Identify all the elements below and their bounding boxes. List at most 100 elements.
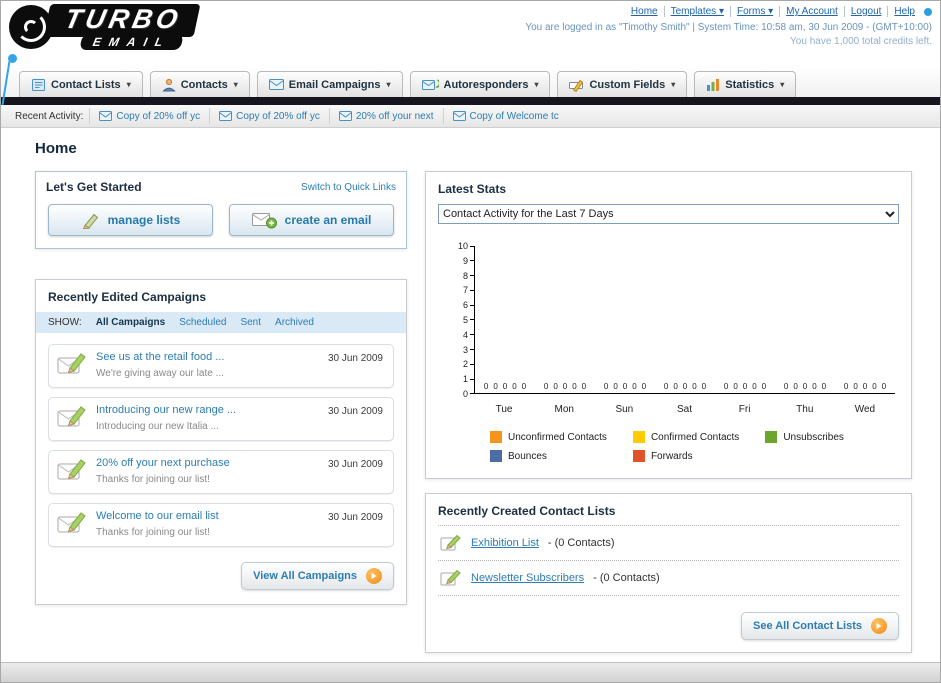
legend-label: Forwards (650, 450, 693, 462)
campaign-title-link[interactable]: 20% off your next purchase (96, 457, 320, 469)
tab-custom-fields[interactable]: Custom Fields ▾ (557, 71, 688, 97)
switch-quick-links[interactable]: Switch to Quick Links (301, 182, 396, 193)
contact-list-item[interactable]: Newsletter Subscribers - (0 Contacts) (438, 561, 899, 596)
chevron-down-icon: ▾ (386, 80, 391, 89)
view-all-campaigns-button[interactable]: View All Campaigns (241, 562, 394, 590)
show-label: SHOW: (48, 317, 82, 328)
stats-activity-select[interactable]: Contact Activity for the Last 7 Days (438, 204, 899, 224)
legend-label: Confirmed Contacts (650, 431, 740, 443)
recent-activity-items: Copy of 20% off yc Copy of 20% off yc 20… (89, 105, 567, 127)
chart-value-label: 0 (641, 382, 647, 391)
legend-item: Unconfirmed Contacts (490, 431, 607, 443)
see-all-contact-lists-button[interactable]: See All Contact Lists (740, 612, 899, 640)
legend-label: Unconfirmed Contacts (508, 431, 607, 443)
campaign-filter-bar: SHOW: All Campaigns Scheduled Sent Archi… (36, 312, 406, 333)
contact-list-link[interactable]: Newsletter Subscribers (471, 572, 584, 584)
recent-activity-item[interactable]: Copy of 20% off yc (89, 108, 209, 124)
campaign-row[interactable]: Welcome to our email list Thanks for joi… (48, 503, 394, 547)
utility-nav-link[interactable]: Forms ▾ (729, 6, 779, 17)
filter-scheduled[interactable]: Scheduled (179, 317, 226, 328)
chart-value-label: 0 (733, 382, 738, 391)
campaign-subtitle: We're giving away our late ... (96, 368, 224, 379)
chart-value-label: 0 (752, 382, 757, 391)
y-axis-tick: 4 (452, 330, 474, 340)
latest-stats-title: Latest Stats (438, 182, 507, 196)
tab-contacts[interactable]: Contacts ▾ (149, 71, 250, 97)
contact-list-link[interactable]: Exhibition List (471, 537, 539, 549)
filter-archived[interactable]: Archived (275, 317, 314, 328)
tab-autoresponders[interactable]: Autoresponders ▾ (409, 71, 551, 97)
recent-activity-label: Recent Activity: (15, 110, 84, 122)
y-axis-tick: 9 (452, 256, 474, 266)
chart-value-label: 0 (783, 382, 789, 391)
filter-all-campaigns[interactable]: All Campaigns (96, 317, 165, 328)
envelope-plus-icon (251, 213, 277, 229)
recent-activity-item[interactable]: Copy of Welcome tc (442, 108, 568, 124)
x-axis-label: Fri (738, 404, 751, 415)
filter-sent[interactable]: Sent (240, 317, 261, 328)
campaign-title-link[interactable]: See us at the retail food ... (96, 351, 320, 363)
page-bottom-strip (1, 662, 940, 682)
chart-value-label: 0 (812, 382, 817, 391)
utility-nav-link[interactable]: Home (625, 6, 664, 17)
logo-line-email: EMAIL (79, 33, 185, 50)
chart-value-group: 00000 (535, 382, 595, 391)
list-pencil-icon (440, 534, 461, 551)
tab-label: Statistics (725, 78, 775, 91)
utility-nav-link[interactable]: Logout (843, 6, 888, 17)
create-email-button[interactable]: create an email (229, 204, 394, 236)
chevron-down-icon: ▾ (671, 80, 676, 89)
recent-activity-link[interactable]: 20% off your next (356, 111, 434, 122)
chart-value-label: 0 (493, 382, 498, 391)
right-column: Latest Stats Contact Activity for the La… (425, 171, 912, 653)
campaign-row[interactable]: See us at the retail food ... We're givi… (48, 344, 394, 388)
manage-lists-button[interactable]: manage lists (48, 204, 213, 236)
tab-email-campaigns[interactable]: Email Campaigns ▾ (256, 71, 403, 97)
chart-value-label: 0 (872, 382, 877, 391)
campaign-row[interactable]: Introducing our new range ... Introducin… (48, 397, 394, 441)
chart-value-label: 0 (862, 382, 868, 391)
x-axis-label: Mon (554, 404, 574, 415)
utility-nav: Home Templates ▾ Forms ▾ My Account Logo… (525, 6, 932, 17)
x-axis-label: Tue (495, 404, 513, 415)
contact-lists-icon (32, 78, 45, 91)
tab-statistics[interactable]: Statistics ▾ (694, 71, 797, 97)
recent-activity-item[interactable]: 20% off your next (328, 108, 443, 124)
campaign-subtitle: Introducing our new Italia ... (96, 421, 219, 432)
chart-value-label: 0 (761, 382, 767, 391)
chart-value-group: 00000 (835, 382, 895, 391)
chart-value-label: 0 (821, 382, 827, 391)
contacts-icon (162, 78, 176, 91)
arrow-right-icon (366, 568, 382, 584)
logo-line-turbo: TURBO (43, 4, 201, 37)
recent-campaigns-panel: Recently Edited Campaigns SHOW: All Camp… (35, 279, 407, 605)
stats-chart: 10 9 8 7 6 5 4 3 2 1 0 000000000000000000000000000… (452, 241, 895, 415)
utility-nav-link[interactable]: Templates ▾ (663, 6, 730, 17)
y-axis-tick: 8 (452, 271, 474, 281)
chart-value-label: 0 (543, 382, 549, 391)
recent-activity-link[interactable]: Copy of 20% off yc (236, 111, 320, 122)
recent-activity-link[interactable]: Copy of Welcome tc (470, 111, 559, 122)
campaign-row[interactable]: 20% off your next purchase Thanks for jo… (48, 450, 394, 494)
chart-value-label: 0 (843, 382, 849, 391)
utility-nav-link[interactable]: My Account (779, 6, 844, 17)
chart-value-label: 0 (742, 382, 748, 391)
recent-activity-item[interactable]: Copy of 20% off yc (209, 108, 329, 124)
chart-value-label: 0 (632, 382, 637, 391)
chart-value-group: 00000 (595, 382, 655, 391)
contact-list-count: - (0 Contacts) (547, 537, 615, 549)
campaign-title-link[interactable]: Welcome to our email list (96, 510, 320, 522)
utility-nav-link[interactable]: Help (887, 6, 921, 17)
envelope-icon (338, 111, 352, 121)
campaign-text: 20% off your next purchase Thanks for jo… (96, 457, 320, 487)
campaign-subtitle: Thanks for joining our list! (96, 474, 210, 485)
tab-contact-lists[interactable]: Contact Lists ▾ (19, 71, 143, 97)
contact-list-item[interactable]: Exhibition List - (0 Contacts) (438, 526, 899, 561)
legend-item: Confirmed Contacts (632, 431, 740, 443)
recent-activity-link[interactable]: Copy of 20% off yc (116, 111, 200, 122)
x-axis-label: Thu (796, 404, 814, 415)
campaign-title-link[interactable]: Introducing our new range ... (96, 404, 320, 416)
chart-value-group: 00000 (775, 382, 835, 391)
logo-speedometer-icon (9, 4, 53, 49)
autoresponders-icon (421, 79, 439, 90)
